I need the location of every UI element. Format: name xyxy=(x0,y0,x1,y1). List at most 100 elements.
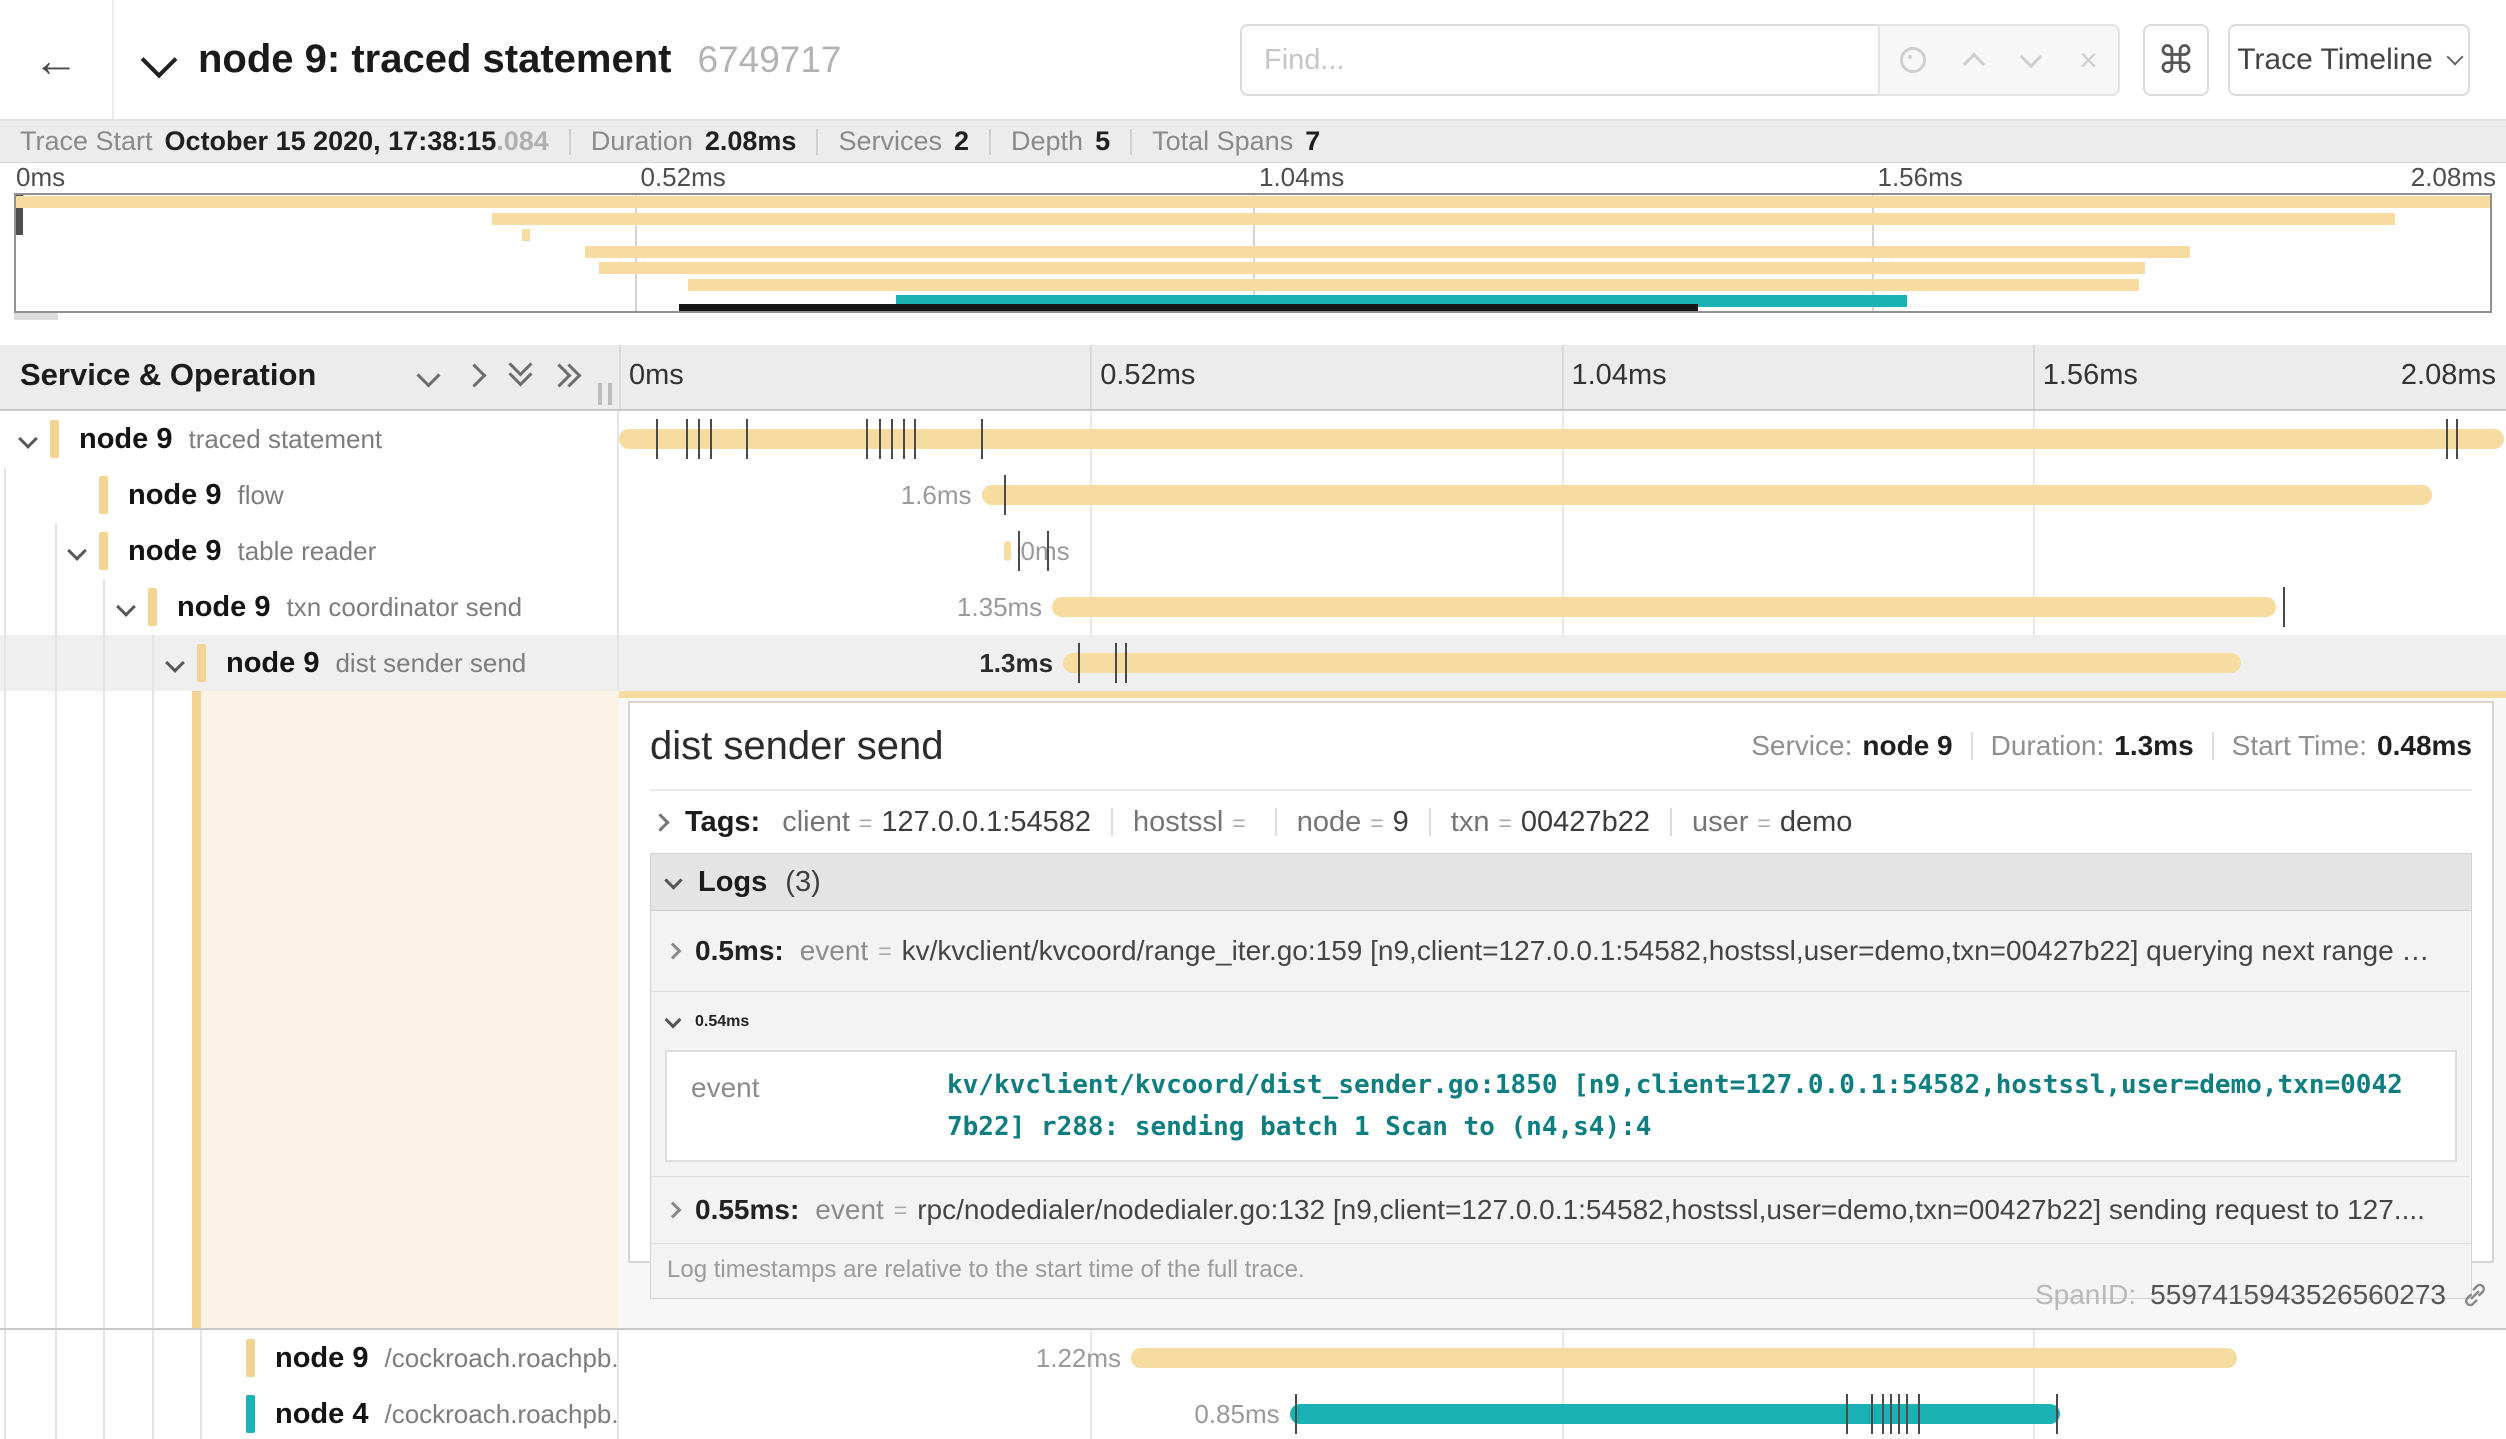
duration-label: Duration: xyxy=(1991,730,2105,762)
span-detail-region: dist sender send Service: node 9 Duratio… xyxy=(0,691,2506,1330)
span-duration-bar[interactable] xyxy=(1290,1404,2060,1424)
log-tick-marker xyxy=(1906,1394,1908,1434)
span-duration-label: 1.22ms xyxy=(1036,1343,1121,1374)
divider xyxy=(1971,732,1973,760)
copy-link-icon[interactable] xyxy=(2460,1280,2490,1310)
selected-span-bar-strip xyxy=(619,691,2506,698)
span-expand-chevron[interactable] xyxy=(6,432,50,446)
column-resize-handle[interactable] xyxy=(598,383,612,405)
find-input[interactable] xyxy=(1240,24,1878,96)
divider xyxy=(989,129,991,155)
logs-header[interactable]: Logs (3) xyxy=(651,854,2471,911)
minimap-time-axis: 0ms0.52ms1.04ms1.56ms2.08ms xyxy=(0,163,2506,193)
equals-sign: = xyxy=(1232,810,1245,836)
log-entry-collapsed[interactable]: 0.55ms: event = rpc/nodedialer/nodediale… xyxy=(651,1177,2471,1244)
equals-sign: = xyxy=(878,938,891,965)
span-name-cell[interactable]: node 9 flow xyxy=(0,467,619,523)
span-expand-chevron xyxy=(202,1351,246,1365)
tag[interactable]: txn=00427b22 xyxy=(1451,806,1650,839)
minimap-span-bar xyxy=(492,213,2395,225)
log-entry-collapsed[interactable]: 0.5ms: event = kv/kvclient/kvcoord/range… xyxy=(651,911,2471,992)
tag[interactable]: client = 127.0.0.1:54582 xyxy=(782,806,1091,839)
collapse-trace-chevron-icon[interactable] xyxy=(141,41,178,78)
equals-sign: = xyxy=(1370,810,1383,836)
span-name-cell[interactable]: node 9 dist sender send xyxy=(0,635,619,691)
service-value: node 9 xyxy=(1862,730,1952,762)
chevron-down-icon xyxy=(665,1012,682,1029)
span-name-cell[interactable]: node 4 /cockroach.roachpb.I… xyxy=(0,1386,619,1439)
span-timeline-cell[interactable]: 1.3ms xyxy=(619,635,2506,691)
log-message: kv/kvclient/kvcoord/range_iter.go:159 [n… xyxy=(902,935,2430,967)
tags-list: client=127.0.0.1:54582hostssl=node=9txn=… xyxy=(782,806,1852,839)
span-id-value: 5597415943526560273 xyxy=(2150,1279,2446,1311)
log-tick-marker xyxy=(891,419,893,459)
collapse-all-icon[interactable] xyxy=(512,363,529,383)
span-row-txn-coordinator-send: node 9 txn coordinator send 1.35ms xyxy=(0,579,2506,635)
find-group: × xyxy=(1240,24,2120,96)
span-name-cell[interactable]: node 9 txn coordinator send xyxy=(0,579,619,635)
clear-find-icon[interactable]: × xyxy=(2079,44,2098,76)
log-tick-marker xyxy=(1078,643,1080,683)
back-button[interactable]: ← xyxy=(0,0,114,119)
log-tick-marker xyxy=(698,419,700,459)
ruler-tick-label: 2.08ms xyxy=(2401,359,2496,392)
divider xyxy=(569,129,571,155)
log-tick-marker xyxy=(1018,531,1020,571)
span-expand-chevron[interactable] xyxy=(153,656,197,670)
span-timeline-cell[interactable]: 1.35ms xyxy=(619,579,2506,635)
span-name-cell[interactable]: node 9 /cockroach.roachpb.I… xyxy=(0,1330,619,1386)
minimap-drag-handle[interactable] xyxy=(14,313,58,320)
span-duration-bar[interactable] xyxy=(1131,1348,2237,1368)
span-duration-label: 1.6ms xyxy=(901,480,972,511)
duration-value: 2.08ms xyxy=(705,126,797,157)
log-tick-marker xyxy=(2056,1394,2058,1434)
span-duration-bar[interactable] xyxy=(1052,597,2275,617)
span-timeline-cell[interactable]: 0ms xyxy=(619,523,2506,579)
span-name-cell[interactable]: node 9 table reader xyxy=(0,523,619,579)
span-expand-chevron[interactable] xyxy=(55,544,99,558)
log-timestamp: 0.54ms xyxy=(695,1013,749,1031)
chevron-down-icon xyxy=(664,871,682,889)
span-row-node4-batch: node 4 /cockroach.roachpb.I… 0.85ms xyxy=(0,1386,2506,1439)
tag-value: 127.0.0.1:54582 xyxy=(881,806,1091,838)
span-color-bar xyxy=(148,588,157,626)
tag[interactable]: node=9 xyxy=(1297,806,1409,839)
tag[interactable]: hostssl= xyxy=(1133,806,1255,839)
span-expand-chevron[interactable] xyxy=(104,600,148,614)
tags-row[interactable]: Tags: client=127.0.0.1:54582hostssl=node… xyxy=(650,791,2472,853)
span-duration-bar[interactable] xyxy=(1063,653,2241,673)
span-name-cell[interactable]: node 9 traced statement xyxy=(0,411,619,467)
log-tick-marker xyxy=(746,419,748,459)
prev-match-icon[interactable] xyxy=(1963,53,1986,76)
span-color-bar xyxy=(50,420,59,458)
minimap-canvas[interactable] xyxy=(14,193,2492,313)
collapse-one-icon[interactable] xyxy=(420,367,437,384)
view-selector-button[interactable]: Trace Timeline xyxy=(2228,24,2470,96)
equals-sign: = xyxy=(859,810,872,836)
span-timeline-cell[interactable]: 1.6ms xyxy=(619,467,2506,523)
next-match-icon[interactable] xyxy=(2019,46,2042,69)
span-duration-label: 0ms xyxy=(1021,536,1070,567)
log-expanded-header[interactable]: 0.54ms xyxy=(651,1000,2471,1044)
expand-all-icon[interactable] xyxy=(558,367,578,384)
minimap-span-bar xyxy=(16,196,2490,208)
log-tick-marker xyxy=(1846,1394,1848,1434)
span-row-traced-statement: node 9 traced statement xyxy=(0,411,2506,467)
minimap-span-bar xyxy=(599,262,2145,274)
tag-value: 9 xyxy=(1393,806,1409,838)
tag[interactable]: user=demo xyxy=(1692,806,1852,839)
tag-key: client xyxy=(782,806,850,838)
span-color-bar xyxy=(99,532,108,570)
span-duration-label: 1.35ms xyxy=(957,592,1042,623)
span-duration-bar[interactable] xyxy=(1004,541,1010,561)
log-tick-marker xyxy=(710,419,712,459)
span-duration-bar[interactable] xyxy=(982,485,2432,505)
span-timeline-cell[interactable]: 0.85ms xyxy=(619,1386,2506,1439)
find-controls: × xyxy=(1878,24,2120,96)
match-highlight-icon[interactable] xyxy=(1900,47,1926,73)
keyboard-shortcuts-button[interactable]: ⌘ xyxy=(2143,24,2209,96)
span-timeline-cell[interactable]: 1.22ms xyxy=(619,1330,2506,1386)
span-color-bar xyxy=(197,644,206,682)
expand-one-icon[interactable] xyxy=(466,367,483,384)
span-timeline-cell[interactable] xyxy=(619,411,2506,467)
